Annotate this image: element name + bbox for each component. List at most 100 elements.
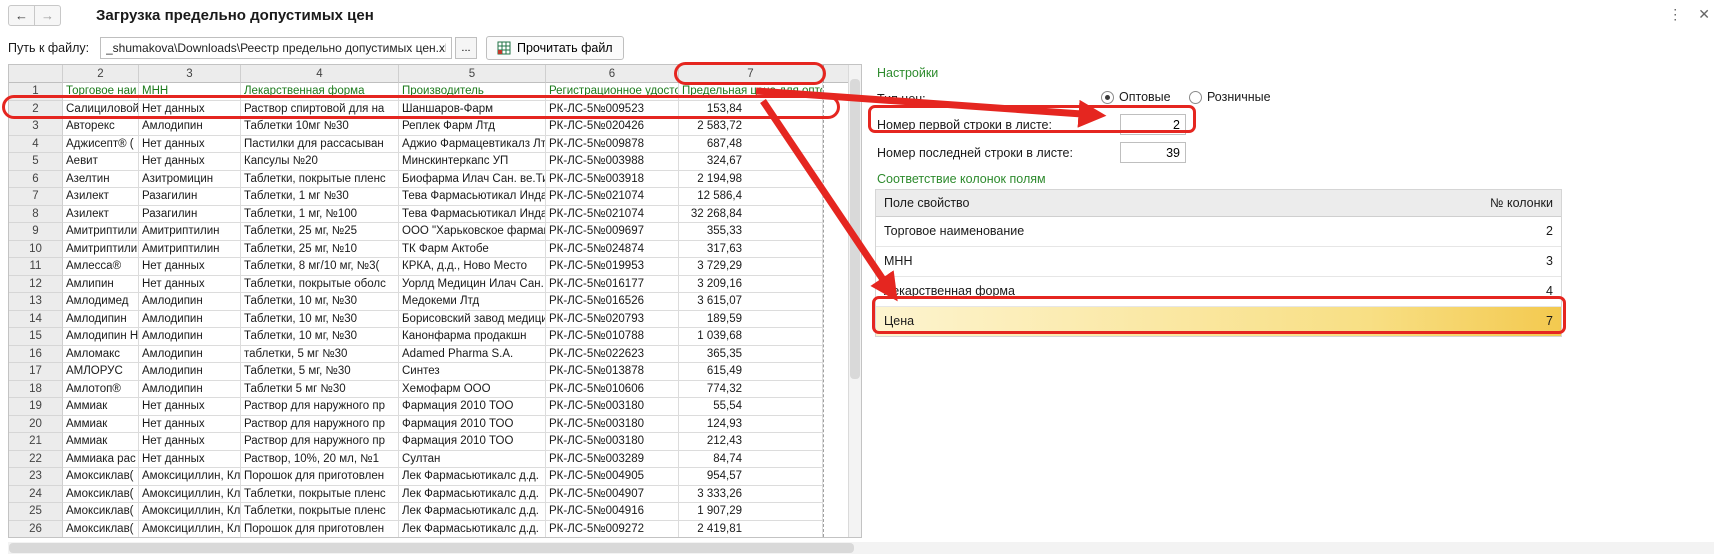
- sheet-row-20[interactable]: 20АммиакНет данныхРаствор для наружного …: [9, 416, 848, 434]
- row-number[interactable]: 13: [9, 293, 63, 311]
- sheet-row-22[interactable]: 22Аммиака расНет данныхРаствор, 10%, 20 …: [9, 451, 848, 469]
- sheet-cell[interactable]: 124,93: [679, 416, 823, 434]
- column-header-7[interactable]: 7: [679, 65, 823, 83]
- sheet-cell[interactable]: 2 419,81: [679, 521, 823, 538]
- sheet-cell[interactable]: Канонфарма продакшн: [399, 328, 546, 346]
- row-number[interactable]: 24: [9, 486, 63, 504]
- column-header-3[interactable]: 3: [139, 65, 241, 83]
- sheet-cell[interactable]: Фармация 2010 ТОО: [399, 398, 546, 416]
- scrollbar-thumb[interactable]: [850, 79, 860, 379]
- sheet-cell[interactable]: Амитриптилин: [139, 223, 241, 241]
- sheet-cell[interactable]: РК-ЛС-5№016177: [546, 276, 679, 294]
- sheet-cell[interactable]: Амлодипин: [139, 311, 241, 329]
- mapping-column-cell[interactable]: 3: [1459, 247, 1561, 276]
- sheet-cell[interactable]: Таблетки, 1 мг, №100: [241, 206, 399, 224]
- sheet-cell[interactable]: Лек Фармасьютикалс д.д.: [399, 521, 546, 538]
- sheet-cell[interactable]: РК-ЛС-5№013878: [546, 363, 679, 381]
- sheet-cell[interactable]: Медокеми Лтд: [399, 293, 546, 311]
- mapping-field-cell[interactable]: Цена: [876, 307, 1459, 336]
- row-number[interactable]: 10: [9, 241, 63, 259]
- sheet-row-19[interactable]: 19АммиакНет данныхРаствор для наружного …: [9, 398, 848, 416]
- sheet-cell[interactable]: Амоксиклав(: [63, 521, 139, 538]
- sheet-cell[interactable]: Таблетки, 1 мг №30: [241, 188, 399, 206]
- sheet-cell[interactable]: РК-ЛС-5№021074: [546, 206, 679, 224]
- row-number[interactable]: 20: [9, 416, 63, 434]
- sheet-cell[interactable]: Салициловой: [63, 101, 139, 119]
- sheet-cell[interactable]: Лек Фармасьютикалс д.д.: [399, 486, 546, 504]
- sheet-cell[interactable]: Раствор для наружного пр: [241, 398, 399, 416]
- sheet-cell[interactable]: Предельная цена для оптовой з: [679, 83, 823, 101]
- mapping-row[interactable]: Цена7: [876, 307, 1561, 336]
- sheet-cell[interactable]: Минскинтеркапс УП: [399, 153, 546, 171]
- sheet-cell[interactable]: Амоксициллин, Кл: [139, 486, 241, 504]
- sheet-cell[interactable]: Таблетки 5 мг №30: [241, 381, 399, 399]
- sheet-cell[interactable]: Амоксиклав(: [63, 468, 139, 486]
- mapping-row[interactable]: Торговое наименование2: [876, 217, 1561, 247]
- row-number[interactable]: 19: [9, 398, 63, 416]
- sheet-row-25[interactable]: 25Амоксиклав(Амоксициллин, КлТаблетки, п…: [9, 503, 848, 521]
- sheet-cell[interactable]: 1 039,68: [679, 328, 823, 346]
- sheet-cell[interactable]: МНН: [139, 83, 241, 101]
- sheet-row-5[interactable]: 5АевитНет данныхКапсулы №20Минскинтеркап…: [9, 153, 848, 171]
- sheet-row-26[interactable]: 26Амоксиклав(Амоксициллин, КлПорошок для…: [9, 521, 848, 538]
- sheet-cell[interactable]: Аевит: [63, 153, 139, 171]
- sheet-row-21[interactable]: 21АммиакНет данныхРаствор для наружного …: [9, 433, 848, 451]
- sheet-cell[interactable]: Разагилин: [139, 188, 241, 206]
- sheet-cell[interactable]: Амлодипин: [139, 363, 241, 381]
- sheet-row-11[interactable]: 11Амлесса®Нет данныхТаблетки, 8 мг/10 мг…: [9, 258, 848, 276]
- sheet-cell[interactable]: Таблетки, покрытые пленс: [241, 486, 399, 504]
- sheet-cell[interactable]: РК-ЛС-5№024874: [546, 241, 679, 259]
- sheet-cell[interactable]: 615,49: [679, 363, 823, 381]
- sheet-cell[interactable]: Аммиак: [63, 416, 139, 434]
- sheet-cell[interactable]: Амлодипин: [139, 328, 241, 346]
- last-row-input[interactable]: [1120, 142, 1186, 163]
- sheet-cell[interactable]: Шаншаров-Фарм: [399, 101, 546, 119]
- row-number[interactable]: 2: [9, 101, 63, 119]
- mapping-column-cell[interactable]: 4: [1459, 277, 1561, 306]
- column-header-5[interactable]: 5: [399, 65, 546, 83]
- sheet-cell[interactable]: КРКА, д.д., Ново Место: [399, 258, 546, 276]
- sheet-cell[interactable]: 55,54: [679, 398, 823, 416]
- sheet-cell[interactable]: Фармация 2010 ТОО: [399, 433, 546, 451]
- sheet-cell[interactable]: Производитель: [399, 83, 546, 101]
- sheet-cell[interactable]: Амлодипин: [139, 381, 241, 399]
- sheet-cell[interactable]: Таблетки, 25 мг, №25: [241, 223, 399, 241]
- sheet-cell[interactable]: 324,67: [679, 153, 823, 171]
- sheet-row-10[interactable]: 10АмитриптилиАмитриптилинТаблетки, 25 мг…: [9, 241, 848, 259]
- first-row-input[interactable]: [1120, 114, 1186, 135]
- column-header-6[interactable]: 6: [546, 65, 679, 83]
- sheet-cell[interactable]: Амлодипин Н: [63, 328, 139, 346]
- sheet-cell[interactable]: Таблетки, 5 мг, №30: [241, 363, 399, 381]
- mapping-column-cell[interactable]: 2: [1459, 217, 1561, 246]
- sheet-cell[interactable]: РК-ЛС-5№003180: [546, 416, 679, 434]
- sheet-cell[interactable]: РК-ЛС-5№003988: [546, 153, 679, 171]
- sheet-cell[interactable]: Нет данных: [139, 258, 241, 276]
- sheet-cell[interactable]: Таблетки, 10 мг, №30: [241, 328, 399, 346]
- sheet-cell[interactable]: Амоксиклав(: [63, 486, 139, 504]
- row-number[interactable]: 12: [9, 276, 63, 294]
- sheet-cell[interactable]: Таблетки 10мг №30: [241, 118, 399, 136]
- sheet-cell[interactable]: Амоксициллин, Кл: [139, 468, 241, 486]
- mapping-column-cell[interactable]: 7: [1459, 307, 1561, 336]
- sheet-cell[interactable]: Фармация 2010 ТОО: [399, 416, 546, 434]
- sheet-cell[interactable]: 2 583,72: [679, 118, 823, 136]
- sheet-cell[interactable]: Амитриптили: [63, 223, 139, 241]
- sheet-cell[interactable]: РК-ЛС-5№019953: [546, 258, 679, 276]
- sheet-cell[interactable]: Раствор для наружного пр: [241, 433, 399, 451]
- row-number[interactable]: 8: [9, 206, 63, 224]
- mapping-row[interactable]: Лекарственная форма4: [876, 277, 1561, 307]
- sheet-cell[interactable]: Азилект: [63, 188, 139, 206]
- sheet-cell[interactable]: Раствор спиртовой для на: [241, 101, 399, 119]
- sheet-cell[interactable]: Нет данных: [139, 433, 241, 451]
- browse-button[interactable]: ...: [455, 37, 477, 59]
- sheet-cell[interactable]: Амлодипин: [139, 346, 241, 364]
- sheet-row-13[interactable]: 13АмлодимедАмлодипинТаблетки, 10 мг, №30…: [9, 293, 848, 311]
- sheet-cell[interactable]: Биофарма Илач Сан. ве.Тидж: [399, 171, 546, 189]
- sheet-cell[interactable]: РК-ЛС-5№022623: [546, 346, 679, 364]
- sheet-cell[interactable]: Амлодимед: [63, 293, 139, 311]
- sheet-cell[interactable]: РК-ЛС-5№004907: [546, 486, 679, 504]
- sheet-cell[interactable]: Раствор, 10%, 20 мл, №1: [241, 451, 399, 469]
- sheet-cell[interactable]: Аммиак: [63, 433, 139, 451]
- row-number[interactable]: 23: [9, 468, 63, 486]
- row-number[interactable]: 9: [9, 223, 63, 241]
